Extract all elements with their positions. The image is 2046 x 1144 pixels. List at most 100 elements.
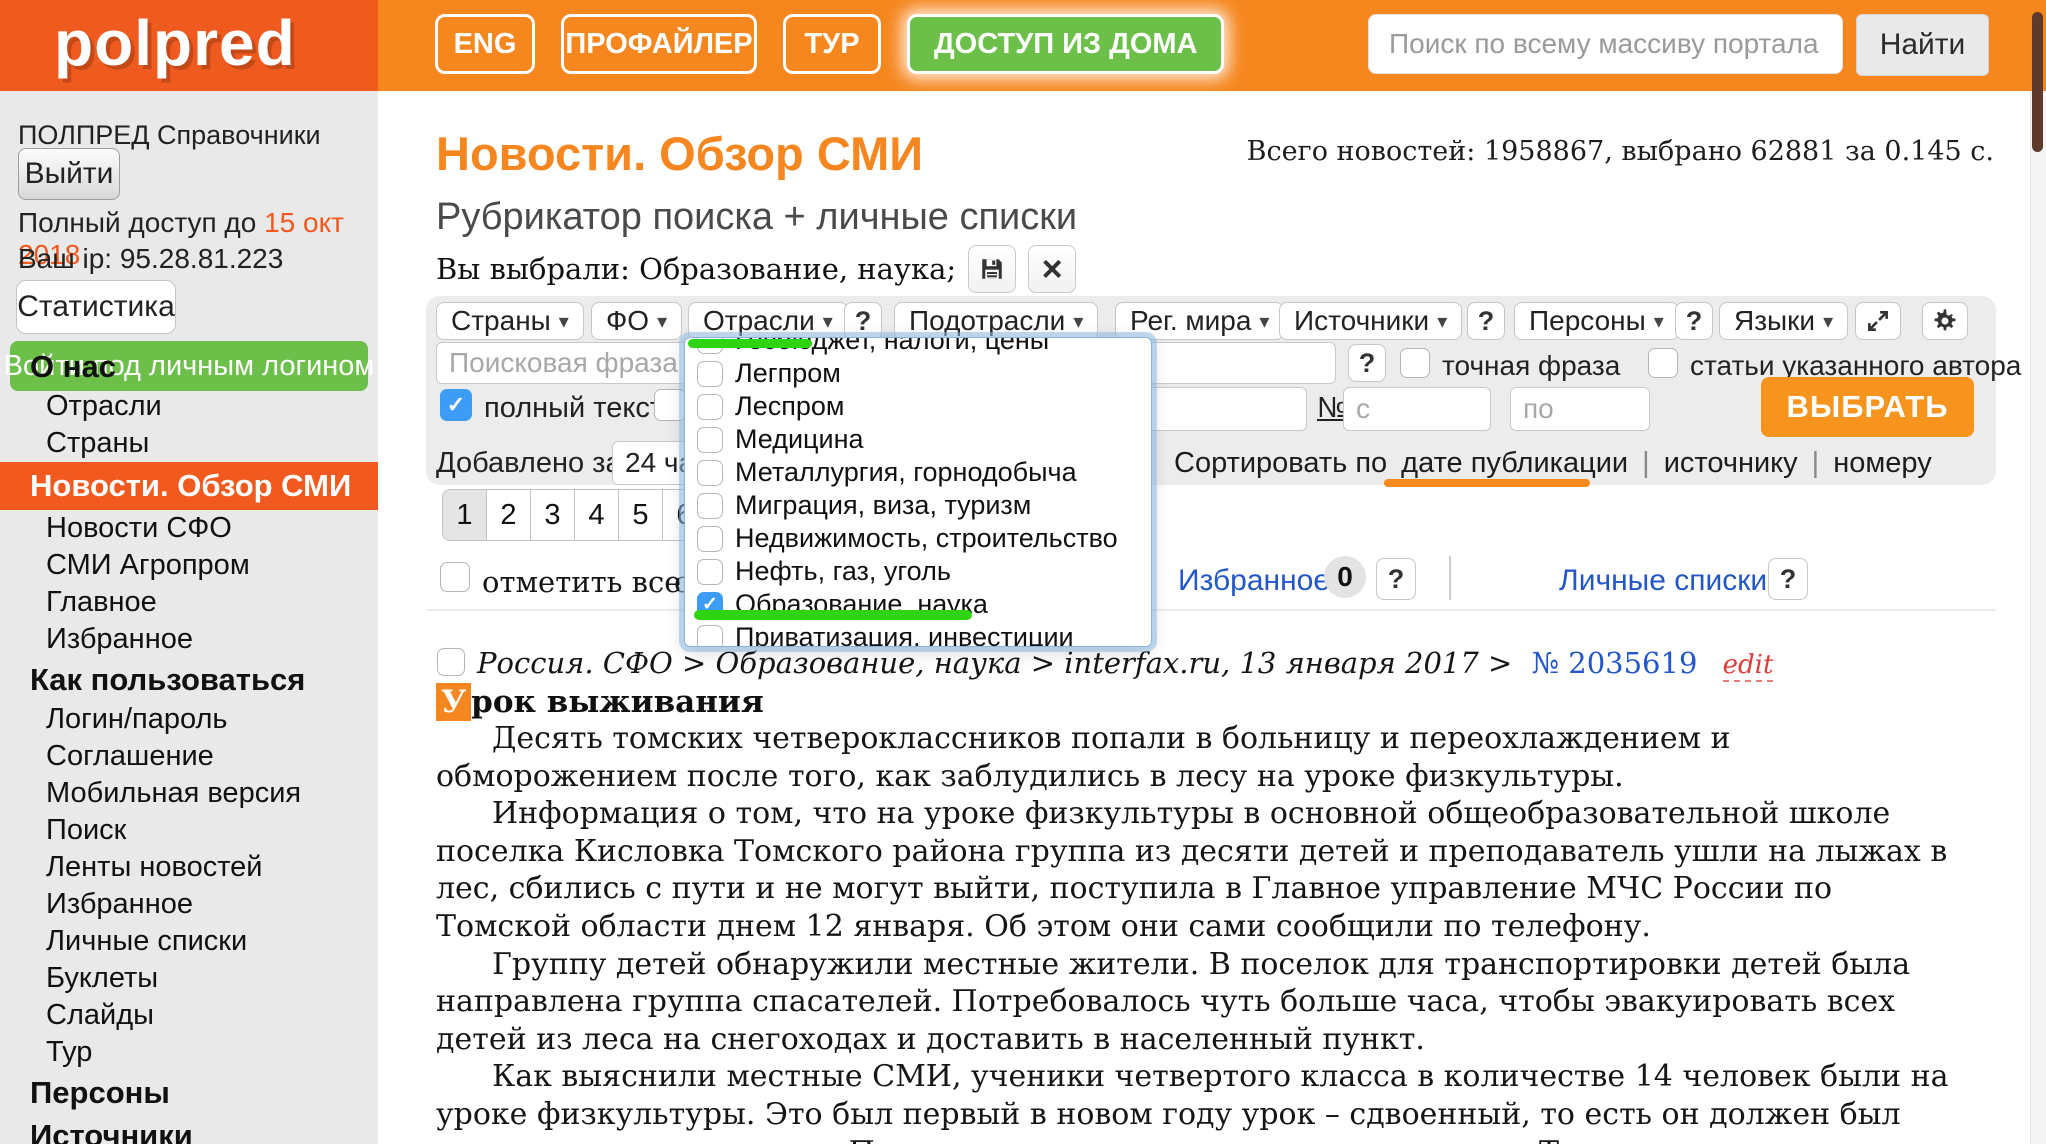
sidebar-item-slides[interactable]: Слайды	[0, 997, 378, 1034]
phrase-help-button[interactable]: ?	[1348, 344, 1386, 382]
sidebar-header-how-to-use[interactable]: Как пользоваться	[0, 658, 378, 701]
checkbox[interactable]	[697, 460, 723, 486]
sort-row: Сортировать по дате публикации | источни…	[1174, 447, 1932, 480]
industries-dropdown-open: Госбюджет, налоги, цены Легпром Леспром …	[684, 337, 1152, 647]
logo-block: polpred	[0, 0, 378, 91]
sort-by-source-link[interactable]: источнику	[1664, 447, 1798, 480]
sidebar-item-main-news[interactable]: Главное	[0, 584, 378, 621]
polpred-logo[interactable]: polpred	[54, 6, 296, 80]
checkbox[interactable]	[697, 625, 723, 648]
section-divider	[426, 609, 1996, 611]
settings-button[interactable]	[1922, 302, 1968, 340]
industry-option-legprom[interactable]: Легпром	[685, 357, 1151, 390]
industry-option-privatization[interactable]: Приватизация, инвестиции	[685, 621, 1151, 647]
sidebar-header-sources[interactable]: Источники	[0, 1114, 378, 1144]
clear-selection-button[interactable]: ×	[1028, 245, 1076, 293]
article-breadcrumb: Россия. СФО > Образование, наука > inter…	[477, 646, 1773, 680]
industry-option-realestate[interactable]: Недвижимость, строительство	[685, 522, 1151, 555]
checkbox[interactable]	[697, 526, 723, 552]
filter-persons-button[interactable]: Персоны▾	[1514, 302, 1679, 340]
page-button-1-active[interactable]: 1	[442, 489, 487, 541]
sidebar-item-media-agroprom[interactable]: СМИ Агропром	[0, 547, 378, 584]
industry-option-metallurgy[interactable]: Металлургия, горнодобыча	[685, 456, 1151, 489]
personal-lists-help-button[interactable]: ?	[1768, 558, 1808, 600]
chevron-down-icon: ▾	[1073, 309, 1083, 334]
industries-help-button[interactable]: ?	[844, 302, 882, 340]
hidden-option-checkbox[interactable]	[654, 389, 686, 421]
sidebar-item-agreement[interactable]: Соглашение	[0, 738, 378, 775]
filter-sources-button[interactable]: Источники▾	[1279, 302, 1462, 340]
filter-fo-label: ФО	[606, 305, 649, 337]
find-button[interactable]: Найти	[1856, 14, 1989, 76]
sidebar-header-about[interactable]: О нас	[0, 345, 378, 388]
filter-countries-button[interactable]: Страны▾	[436, 302, 584, 340]
page-subtitle: Рубрикатор поиска + личные списки	[436, 196, 1077, 239]
filter-industries-button[interactable]: Отрасли▾	[688, 302, 848, 340]
exact-phrase-checkbox[interactable]	[1400, 348, 1430, 378]
sidebar-item-booklets[interactable]: Буклеты	[0, 960, 378, 997]
industry-option-migration[interactable]: Миграция, виза, туризм	[685, 489, 1151, 522]
tour-button[interactable]: ТУР	[783, 14, 881, 74]
filter-fo-button[interactable]: ФО▾	[591, 302, 682, 340]
sidebar-item-industries[interactable]: Отрасли	[0, 388, 378, 425]
full-text-checkbox[interactable]: ✓	[440, 389, 472, 421]
edit-link[interactable]: edit	[1723, 650, 1774, 682]
sidebar-item-favorites[interactable]: Избранное	[0, 621, 378, 658]
page-button-2[interactable]: 2	[486, 489, 531, 541]
expand-panel-button[interactable]	[1855, 302, 1901, 340]
industry-option-label: Леспром	[735, 391, 844, 422]
industry-option-label: Нефть, газ, уголь	[735, 556, 951, 587]
favorites-link[interactable]: Избранное	[1178, 564, 1330, 598]
eng-button[interactable]: ENG	[435, 14, 535, 74]
page-button-4[interactable]: 4	[574, 489, 619, 541]
profiler-button[interactable]: ПРОФАЙЛЕР	[561, 14, 757, 74]
persons-help-button[interactable]: ?	[1675, 302, 1713, 340]
article-select-checkbox[interactable]	[437, 648, 465, 676]
checkbox[interactable]	[697, 427, 723, 453]
sidebar-item-mobile-version[interactable]: Мобильная версия	[0, 775, 378, 812]
sidebar-item-login-password[interactable]: Логин/пароль	[0, 701, 378, 738]
mark-all-checkbox[interactable]	[440, 562, 470, 592]
page-button-5[interactable]: 5	[618, 489, 663, 541]
checkbox[interactable]	[697, 361, 723, 387]
home-access-button[interactable]: ДОСТУП ИЗ ДОМА	[907, 14, 1224, 74]
personal-lists-link[interactable]: Личные списки	[1559, 564, 1767, 598]
statistics-button[interactable]: Статистика	[16, 280, 176, 334]
sidebar-item-news-sfo[interactable]: Новости СФО	[0, 510, 378, 547]
global-search-input[interactable]	[1387, 27, 1824, 61]
industry-option-medicine[interactable]: Медицина	[685, 423, 1151, 456]
number-to-input[interactable]	[1510, 387, 1650, 431]
author-articles-checkbox[interactable]	[1648, 348, 1678, 378]
checkbox[interactable]	[697, 394, 723, 420]
page-button-3[interactable]: 3	[530, 489, 575, 541]
industry-option-oil-gas[interactable]: Нефть, газ, уголь	[685, 555, 1151, 588]
sidebar-item-personal-lists[interactable]: Личные списки	[0, 923, 378, 960]
checkbox[interactable]	[697, 493, 723, 519]
filter-subindustries-button[interactable]: Подотрасли▾	[894, 302, 1098, 340]
save-selection-button[interactable]	[968, 245, 1016, 293]
filter-world-regions-button[interactable]: Рег. мира▾	[1115, 302, 1284, 340]
favorites-help-button[interactable]: ?	[1376, 558, 1416, 600]
filter-countries-label: Страны	[451, 305, 551, 337]
sidebar-item-news-feeds[interactable]: Ленты новостей	[0, 849, 378, 886]
number-from-input[interactable]	[1343, 387, 1491, 431]
sidebar-header-persons[interactable]: Персоны	[0, 1071, 378, 1114]
industry-option-lesprom[interactable]: Леспром	[685, 390, 1151, 423]
expand-arrows-icon	[1865, 308, 1891, 334]
page-scrollbar-thumb[interactable]	[2032, 12, 2043, 152]
sidebar-item-news-media-review-active[interactable]: Новости. Обзор СМИ	[0, 462, 378, 510]
page-scrollbar-track[interactable]	[2030, 91, 2046, 1144]
sidebar-item-countries[interactable]: Страны	[0, 425, 378, 462]
select-submit-button[interactable]: ВЫБРАТЬ	[1761, 377, 1974, 437]
filter-languages-button[interactable]: Языки▾	[1719, 302, 1848, 340]
checkbox[interactable]	[697, 559, 723, 585]
sidebar-item-favorites-2[interactable]: Избранное	[0, 886, 378, 923]
access-label: Полный доступ до	[18, 207, 264, 238]
sources-help-button[interactable]: ?	[1467, 302, 1505, 340]
article-number-link[interactable]: № 2035619	[1532, 646, 1698, 680]
sort-by-number-link[interactable]: номеру	[1833, 447, 1932, 480]
sort-by-date-link[interactable]: дате публикации	[1401, 447, 1628, 480]
sidebar-item-search[interactable]: Поиск	[0, 812, 378, 849]
sidebar-item-tour[interactable]: Тур	[0, 1034, 378, 1071]
logout-button[interactable]: Выйти	[18, 148, 120, 200]
